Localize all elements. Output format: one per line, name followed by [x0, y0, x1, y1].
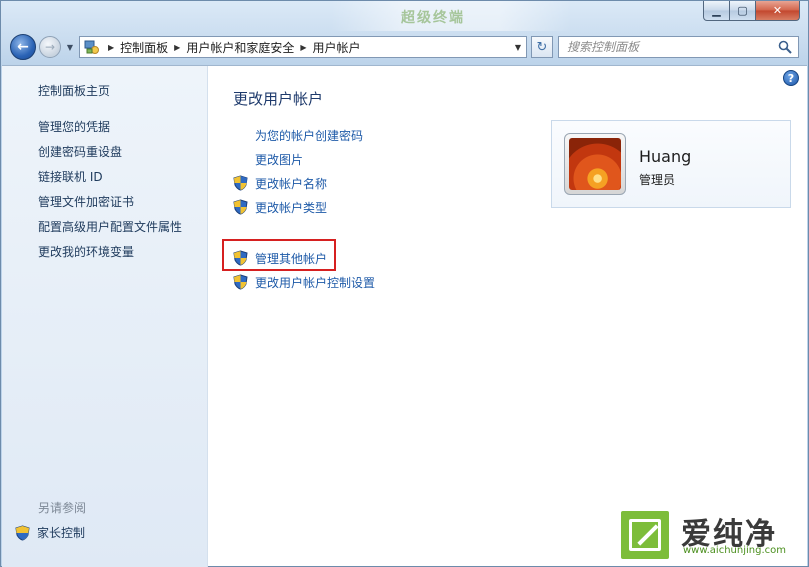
task-change-account-type[interactable]: 更改帐户类型: [233, 198, 327, 216]
sidebar: 控制面板主页 管理您的凭据 创建密码重设盘 链接联机 ID 管理文件加密证书 配…: [2, 66, 208, 567]
sidebar-item-control-panel-home[interactable]: 控制面板主页: [38, 82, 110, 99]
watermark-logo-icon: [621, 511, 669, 559]
user-name: Huang: [639, 147, 692, 166]
recent-pages-dropdown[interactable]: ▼: [64, 41, 76, 53]
task-link[interactable]: 更改帐户类型: [255, 199, 327, 216]
see-also-heading: 另请参阅: [38, 501, 87, 515]
breadcrumb-separator-icon: ▶: [108, 42, 115, 52]
uac-shield-icon: [233, 274, 248, 290]
user-role: 管理员: [639, 173, 676, 187]
help-icon[interactable]: ?: [783, 70, 799, 86]
sidebar-item-password-reset-disk[interactable]: 创建密码重设盘: [38, 143, 122, 160]
search-input[interactable]: [567, 38, 777, 56]
window: 超级终端 ▁ ▢ ✕ ← → ▼ ▶ 控制面板 ▶ 用户帐户和家庭安全 ▶ 用户…: [0, 0, 809, 567]
refresh-button[interactable]: ↻: [531, 36, 553, 58]
sidebar-item-environment-variables[interactable]: 更改我的环境变量: [38, 243, 134, 260]
back-button[interactable]: ←: [10, 34, 36, 60]
parental-controls-label[interactable]: 家长控制: [37, 524, 85, 541]
sidebar-item-file-encryption-certificates[interactable]: 管理文件加密证书: [38, 193, 134, 210]
sidebar-item-link-online-id[interactable]: 链接联机 ID: [38, 168, 103, 185]
search-box: [558, 36, 799, 58]
navigation-bar: ← → ▼ ▶ 控制面板 ▶ 用户帐户和家庭安全 ▶ 用户帐户 ▼ ↻: [1, 31, 808, 63]
avatar-flower-image: [569, 138, 621, 190]
watermark: 爱纯净 www.aichunjing.com: [611, 501, 807, 565]
address-bar[interactable]: ▶ 控制面板 ▶ 用户帐户和家庭安全 ▶ 用户帐户 ▼: [79, 36, 527, 58]
uac-shield-icon: [233, 250, 248, 266]
maximize-button[interactable]: ▢: [730, 1, 756, 21]
uac-shield-icon: [15, 524, 30, 541]
task-link[interactable]: 更改用户帐户控制设置: [255, 274, 375, 291]
forward-button[interactable]: →: [39, 36, 61, 58]
task-change-account-name[interactable]: 更改帐户名称: [233, 174, 327, 192]
task-link[interactable]: 更改帐户名称: [255, 175, 327, 192]
task-manage-other-accounts[interactable]: 管理其他帐户: [233, 249, 327, 267]
task-change-picture[interactable]: 更改图片: [233, 150, 303, 168]
breadcrumb-separator-icon[interactable]: ▶: [174, 43, 180, 52]
uac-shield-icon: [233, 199, 248, 215]
address-dropdown-icon[interactable]: ▼: [510, 37, 526, 57]
content-area: 控制面板主页 管理您的凭据 创建密码重设盘 链接联机 ID 管理文件加密证书 配…: [2, 65, 807, 567]
watermark-url: www.aichunjing.com: [683, 545, 786, 556]
avatar[interactable]: [564, 133, 626, 195]
uac-shield-icon: [233, 175, 248, 191]
close-button[interactable]: ✕: [756, 1, 800, 21]
breadcrumb-control-panel[interactable]: 控制面板: [120, 39, 168, 56]
task-link[interactable]: 管理其他帐户: [255, 250, 327, 267]
breadcrumb-separator-icon[interactable]: ▶: [300, 43, 306, 52]
breadcrumb-user-accounts-family-safety[interactable]: 用户帐户和家庭安全: [186, 39, 294, 56]
minimize-button[interactable]: ▁: [703, 1, 730, 21]
user-account-card: Huang 管理员: [551, 120, 791, 208]
task-change-uac-settings[interactable]: 更改用户帐户控制设置: [233, 273, 375, 291]
breadcrumb-user-accounts[interactable]: 用户帐户: [313, 39, 361, 56]
sidebar-item-advanced-profile-properties[interactable]: 配置高级用户配置文件属性: [38, 218, 182, 235]
parental-controls-link[interactable]: 家长控制: [15, 524, 85, 541]
task-link[interactable]: 更改图片: [255, 151, 303, 168]
main-panel: ? 更改用户帐户 为您的帐户创建密码 更改图片 更改帐户名称 更改帐户类型 管理…: [209, 66, 807, 567]
sidebar-item-manage-credentials[interactable]: 管理您的凭据: [38, 118, 110, 135]
control-panel-icon: [82, 37, 102, 57]
title-bar: 超级终端 ▁ ▢ ✕: [1, 1, 808, 31]
task-create-password[interactable]: 为您的帐户创建密码: [233, 126, 363, 144]
title-background-text: 超级终端: [401, 10, 465, 26]
search-icon[interactable]: [778, 40, 792, 54]
task-link[interactable]: 为您的帐户创建密码: [255, 127, 363, 144]
window-controls: ▁ ▢ ✕: [703, 1, 800, 21]
page-title: 更改用户帐户: [233, 90, 324, 108]
